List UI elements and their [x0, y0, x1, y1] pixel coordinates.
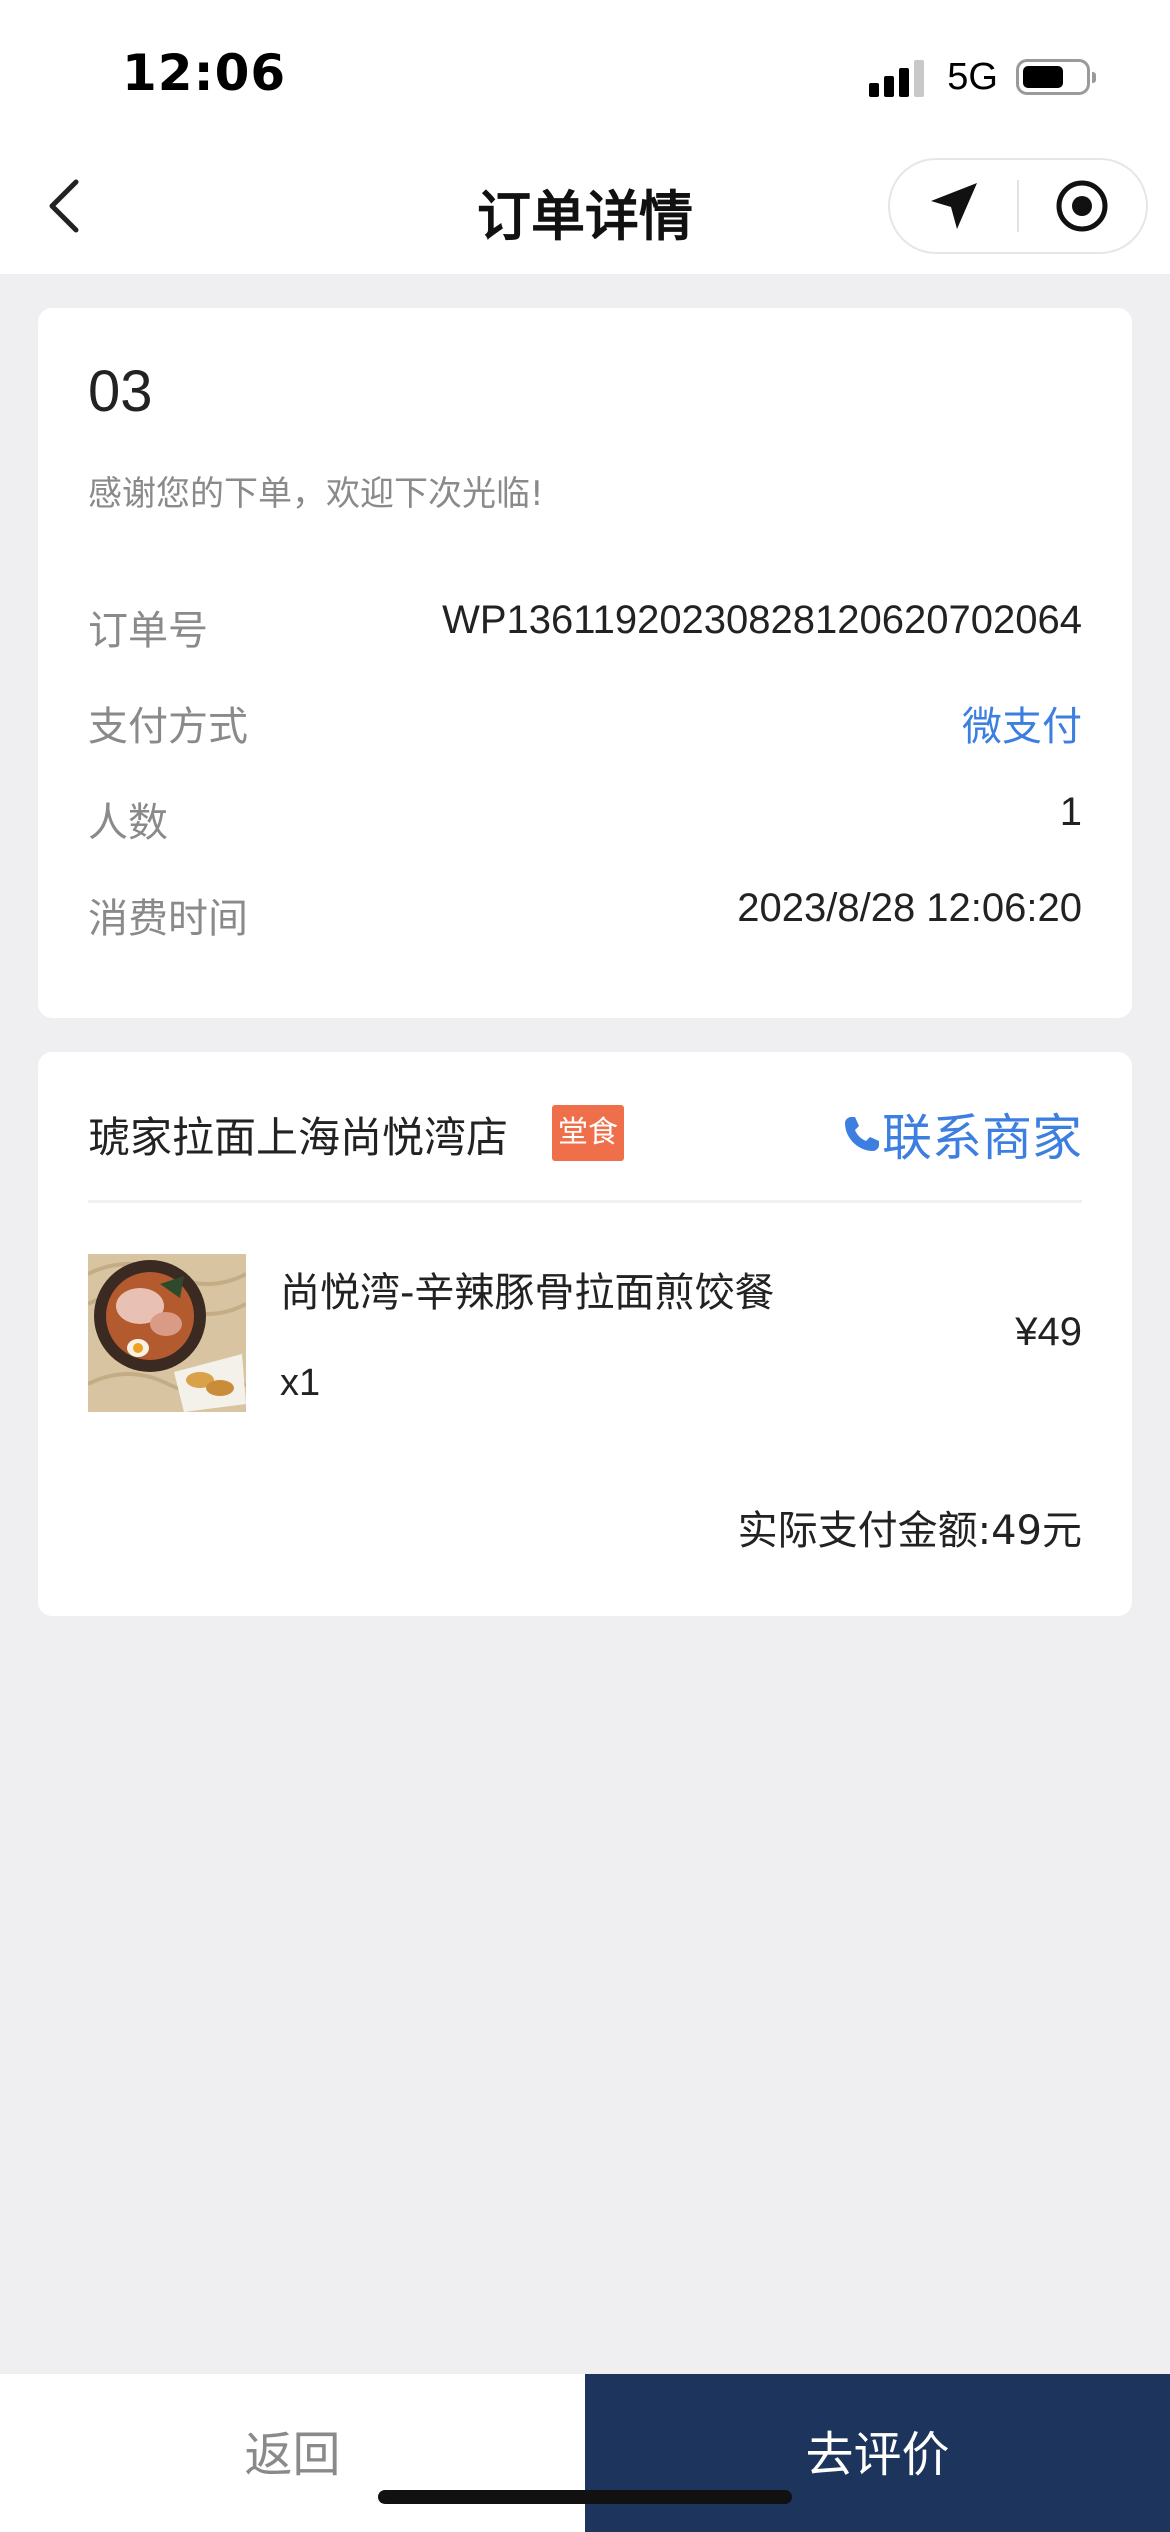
- phone-icon: [845, 1117, 879, 1151]
- divider: [88, 1200, 1082, 1203]
- location-arrow-icon: [930, 183, 977, 229]
- record-icon: [1056, 180, 1108, 232]
- status-time: 12:06: [122, 44, 287, 102]
- people-count-value: 1: [1059, 790, 1082, 834]
- home-indicator: [378, 2490, 792, 2504]
- payment-method-row: 支付方式 微支付: [88, 694, 1082, 754]
- order-number-label: 订单号: [88, 608, 208, 654]
- review-button[interactable]: 去评价: [585, 2374, 1170, 2532]
- top-bar: 12:06 5G 订单详情: [0, 0, 1170, 274]
- network-type: 5G: [947, 55, 998, 98]
- thanks-message: 感谢您的下单，欢迎下次光临!: [88, 474, 544, 514]
- order-number-row: 订单号 WP13611920230828120620702064: [88, 598, 1082, 658]
- mini-program-capsule: [888, 158, 1148, 254]
- order-number-value: WP13611920230828120620702064: [442, 598, 1082, 642]
- bottom-action-bar: 返回 去评价: [0, 2374, 1170, 2532]
- status-indicators: 5G: [869, 52, 1096, 102]
- people-count-label: 人数: [88, 800, 168, 846]
- close-miniprogram-button[interactable]: [1019, 160, 1146, 252]
- battery-icon: [1016, 59, 1096, 95]
- shop-order-card: 琥家拉面上海尚悦湾店 堂食 联系商家 尚悦湾-辛辣豚骨拉面煎饺餐 x1 ¥49 …: [38, 1052, 1132, 1616]
- consume-time-row: 消费时间 2023/8/28 12:06:20: [88, 886, 1082, 946]
- order-info-card: 03 感谢您的下单，欢迎下次光临! 订单号 WP1361192023082812…: [38, 308, 1132, 1018]
- consume-time-label: 消费时间: [88, 896, 248, 942]
- dish-image: [88, 1254, 246, 1412]
- location-button[interactable]: [890, 160, 1017, 252]
- signal-icon: [869, 57, 929, 97]
- item-name: 尚悦湾-辛辣豚骨拉面煎饺餐: [280, 1270, 775, 1316]
- order-pickup-number: 03: [88, 359, 153, 424]
- payment-method-value: 微支付: [962, 704, 1082, 750]
- shop-name: 琥家拉面上海尚悦湾店: [88, 1113, 509, 1162]
- contact-merchant-label: 联系商家: [882, 1109, 1082, 1167]
- return-button[interactable]: 返回: [0, 2374, 585, 2532]
- dine-in-badge: 堂食: [552, 1105, 624, 1161]
- payment-method-label: 支付方式: [88, 704, 248, 750]
- item-quantity: x1: [280, 1362, 321, 1404]
- contact-merchant-button[interactable]: 联系商家: [842, 1098, 1082, 1170]
- actual-paid-amount: 实际支付金额:49元: [737, 1508, 1082, 1554]
- item-price: ¥49: [1015, 1310, 1082, 1354]
- people-count-row: 人数 1: [88, 790, 1082, 850]
- consume-time-value: 2023/8/28 12:06:20: [737, 886, 1082, 930]
